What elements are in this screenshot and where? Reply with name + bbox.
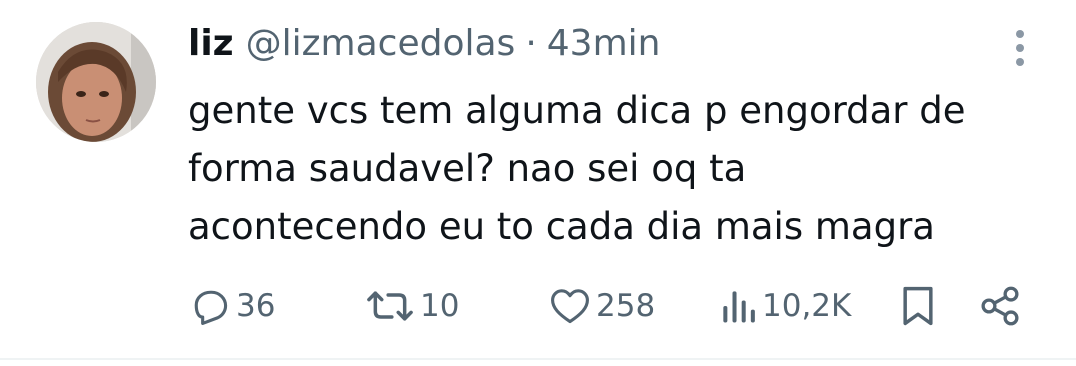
bookmark-button[interactable] bbox=[898, 282, 938, 330]
separator: · bbox=[525, 23, 537, 64]
timestamp[interactable]: 43min bbox=[547, 22, 661, 66]
retweet-button[interactable]: 10 bbox=[364, 282, 459, 330]
reply-count: 36 bbox=[236, 288, 276, 324]
heart-icon bbox=[551, 289, 589, 324]
like-count: 258 bbox=[596, 288, 656, 324]
views-icon bbox=[723, 291, 755, 323]
retweet-icon bbox=[367, 291, 413, 321]
user-avatar-image bbox=[36, 22, 156, 142]
tweet-text-line: forma saudavel? nao sei oq ta bbox=[188, 147, 747, 190]
like-button[interactable]: 258 bbox=[548, 282, 655, 330]
tweet[interactable]: liz @lizmacedolas · 43min gente vcs tem … bbox=[0, 0, 1076, 366]
share-button[interactable] bbox=[978, 282, 1022, 330]
more-options-button[interactable] bbox=[1006, 26, 1034, 70]
author-name[interactable]: liz bbox=[188, 22, 234, 66]
tweet-text: gente vcs tem alguma dica p engordar de … bbox=[188, 82, 1048, 256]
reply-icon bbox=[194, 290, 228, 325]
retweet-count: 10 bbox=[420, 288, 460, 324]
tweet-actions: 36 10 258 10,2K bbox=[188, 282, 1048, 330]
avatar[interactable] bbox=[36, 22, 156, 142]
more-vertical-icon bbox=[1016, 30, 1024, 66]
views-count: 10,2K bbox=[762, 288, 852, 324]
tweet-text-line: gente vcs tem alguma dica p engordar de bbox=[188, 89, 966, 132]
divider bbox=[0, 358, 1076, 360]
author-handle[interactable]: @lizmacedolas bbox=[246, 22, 516, 66]
bookmark-icon bbox=[903, 286, 933, 326]
views-button[interactable]: 10,2K bbox=[718, 282, 851, 330]
tweet-text-line: acontecendo eu to cada dia mais magra bbox=[188, 205, 935, 248]
tweet-header: liz @lizmacedolas · 43min bbox=[188, 22, 660, 66]
reply-button[interactable]: 36 bbox=[188, 282, 275, 330]
share-icon bbox=[981, 286, 1019, 326]
